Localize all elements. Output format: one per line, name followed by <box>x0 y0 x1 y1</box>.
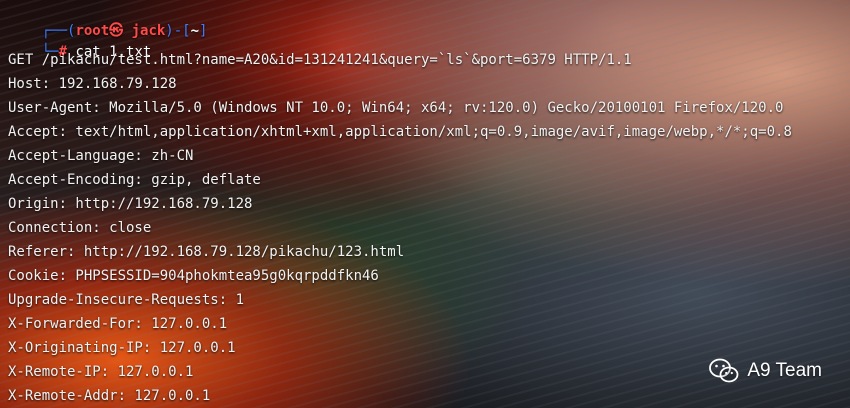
output-line: Origin: http://192.168.79.128 <box>8 196 253 212</box>
terminal-window[interactable]: ┌──(root㉿ jack)-[~] └─# cat 1.txt GET /p… <box>0 0 850 408</box>
output-line: Connection: close <box>8 220 152 236</box>
output-line: GET /pikachu/test.html?name=A20&id=13124… <box>8 52 632 68</box>
output-line: X-Remote-Addr: 127.0.0.1 <box>8 388 211 404</box>
watermark: A9 Team <box>709 358 822 384</box>
output-line: X-Originating-IP: 127.0.0.1 <box>8 340 236 356</box>
output-line: X-Remote-IP: 127.0.0.1 <box>8 364 194 380</box>
output-line: User-Agent: Mozilla/5.0 (Windows NT 10.0… <box>8 100 784 116</box>
output-line: Host: 192.168.79.128 <box>8 76 177 92</box>
output-line: Accept: text/html,application/xhtml+xml,… <box>8 124 792 140</box>
wechat-icon <box>709 358 739 383</box>
output-line: Referer: http://192.168.79.128/pikachu/1… <box>8 244 405 260</box>
prompt-mid: )-[ <box>165 23 191 39</box>
prompt-cwd: ~ <box>190 23 200 39</box>
prompt-close: ] <box>199 23 208 39</box>
output-line: Accept-Language: zh-CN <box>8 148 194 164</box>
output-line: Accept-Encoding: gzip, deflate <box>8 172 261 188</box>
output-line: Cookie: PHPSESSID=904phokmtea95g0kqrpddf… <box>8 268 379 284</box>
output-line: X-Forwarded-For: 127.0.0.1 <box>8 316 228 332</box>
watermark-text: A9 Team <box>747 360 822 381</box>
output-line: Upgrade-Insecure-Requests: 1 <box>8 292 245 308</box>
